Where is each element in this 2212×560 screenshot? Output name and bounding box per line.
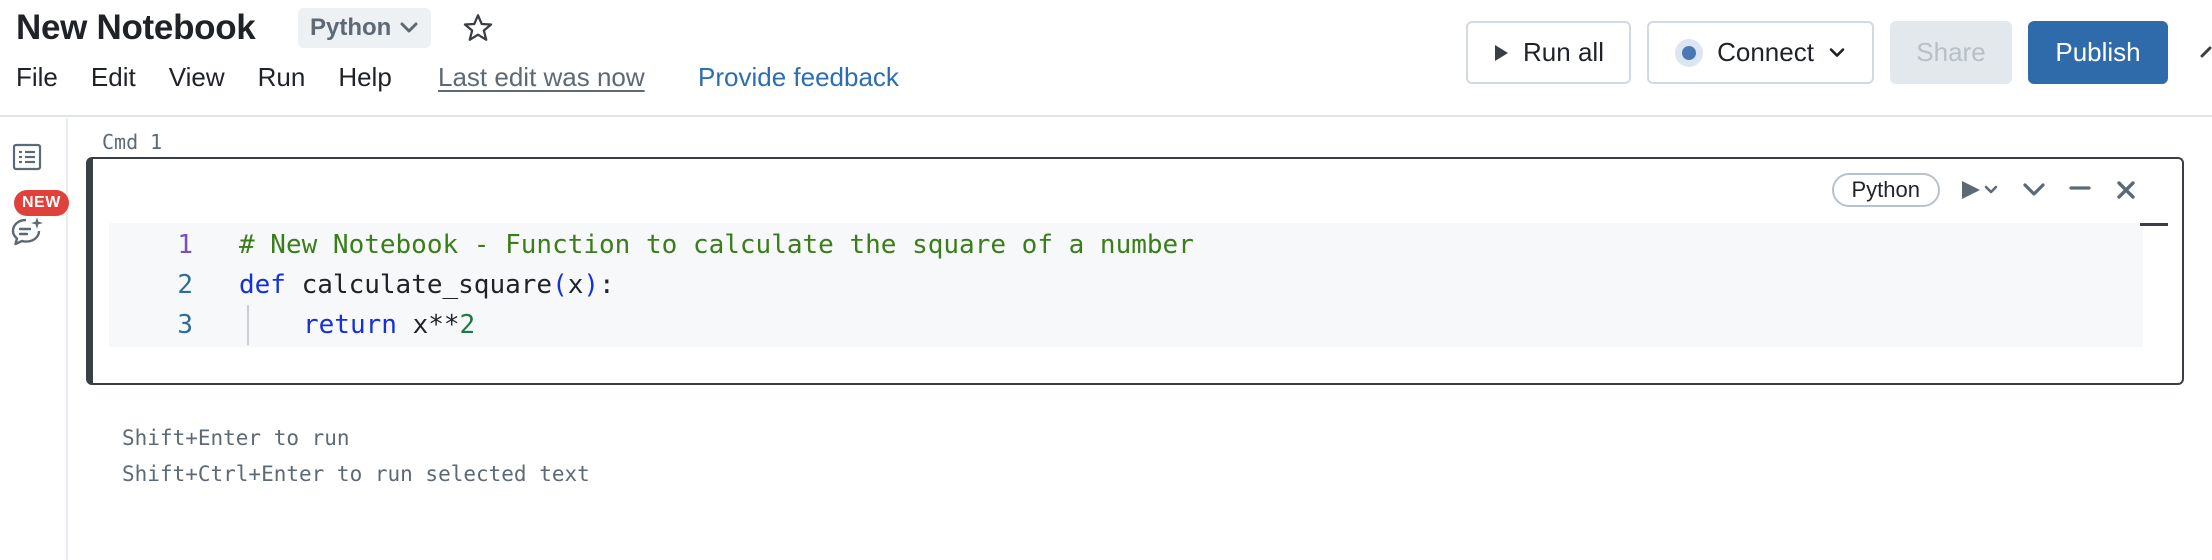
language-selector[interactable]: Python: [298, 8, 432, 48]
table-of-contents-icon[interactable]: [12, 142, 42, 172]
cell-command-label: Cmd 1: [102, 130, 163, 154]
menu-bar: File Edit View Run Help: [16, 62, 425, 93]
connect-label: Connect: [1717, 37, 1814, 67]
notebook-title[interactable]: New Notebook: [16, 8, 256, 48]
compute-status-icon: [1675, 38, 1704, 67]
run-hint: Shift+Enter to run: [122, 426, 350, 450]
language-label: Python: [310, 14, 392, 41]
assistant-chat-icon[interactable]: [10, 214, 44, 248]
publish-button[interactable]: Publish: [2028, 21, 2168, 84]
code-text: return x**2: [303, 310, 475, 340]
run-selected-hint: Shift+Ctrl+Enter to run selected text: [122, 462, 590, 486]
line-number: 1: [177, 230, 193, 260]
colon-token: :: [599, 270, 615, 300]
minimize-cell-icon[interactable]: [2066, 176, 2094, 204]
menu-view[interactable]: View: [169, 62, 225, 93]
number-token: 2: [459, 310, 476, 340]
code-line[interactable]: 1 # New Notebook - Function to calculate…: [109, 225, 1194, 265]
line-number: 3: [177, 310, 193, 340]
cell-language-button[interactable]: Python: [1831, 173, 1940, 207]
function-name-token: calculate_square: [285, 270, 553, 300]
chevron-down-icon: [1829, 47, 1845, 57]
notebook-header: New Notebook Python File Edit View Run H…: [0, 0, 2212, 117]
paren-token: (: [552, 270, 568, 300]
collapse-arrow-icon[interactable]: [2198, 40, 2212, 64]
menu-help[interactable]: Help: [338, 62, 391, 93]
line-number: 2: [177, 270, 193, 300]
chevron-down-icon: [400, 22, 418, 33]
keyword-token: def: [239, 270, 286, 300]
last-edit-link[interactable]: Last edit was now: [438, 62, 645, 93]
menu-file[interactable]: File: [16, 62, 58, 93]
code-text: def calculate_square(x):: [239, 270, 615, 300]
run-cell-menu-icon[interactable]: [1958, 176, 2002, 204]
keyword-token: return: [303, 310, 397, 340]
new-badge: NEW: [14, 190, 69, 216]
code-comment: # New Notebook - Function to calculate t…: [239, 230, 1194, 260]
code-editor[interactable]: 1 # New Notebook - Function to calculate…: [109, 223, 2143, 347]
left-rail: NEW: [0, 118, 69, 560]
menu-edit[interactable]: Edit: [91, 62, 136, 93]
menu-run[interactable]: Run: [258, 62, 306, 93]
provide-feedback-link[interactable]: Provide feedback: [698, 62, 899, 93]
editor-scrollbar[interactable]: [2140, 223, 2168, 226]
run-hints: Shift+Enter to run Shift+Ctrl+Enter to r…: [122, 420, 590, 492]
collapse-cell-chevron-icon[interactable]: [2020, 176, 2048, 204]
code-line[interactable]: 2 def calculate_square(x):: [109, 265, 614, 305]
play-icon: [1495, 44, 1509, 61]
favorite-star-icon[interactable]: [458, 8, 498, 48]
cell-toolbar: Python: [1831, 173, 2141, 207]
run-all-button[interactable]: Run all: [1466, 21, 1631, 84]
run-all-label: Run all: [1523, 37, 1604, 67]
paren-token: ): [583, 270, 600, 300]
indent-guide: [247, 305, 249, 345]
share-button[interactable]: Share: [1890, 21, 2012, 84]
code-line[interactable]: 3 return x**2: [109, 305, 475, 345]
expression-token: x**: [396, 310, 460, 340]
code-cell[interactable]: Python 1 # New Notebook - Function to ca…: [86, 157, 2184, 385]
close-cell-icon[interactable]: [2112, 176, 2140, 204]
connect-button[interactable]: Connect: [1647, 21, 1874, 84]
argument-token: x: [567, 270, 584, 300]
